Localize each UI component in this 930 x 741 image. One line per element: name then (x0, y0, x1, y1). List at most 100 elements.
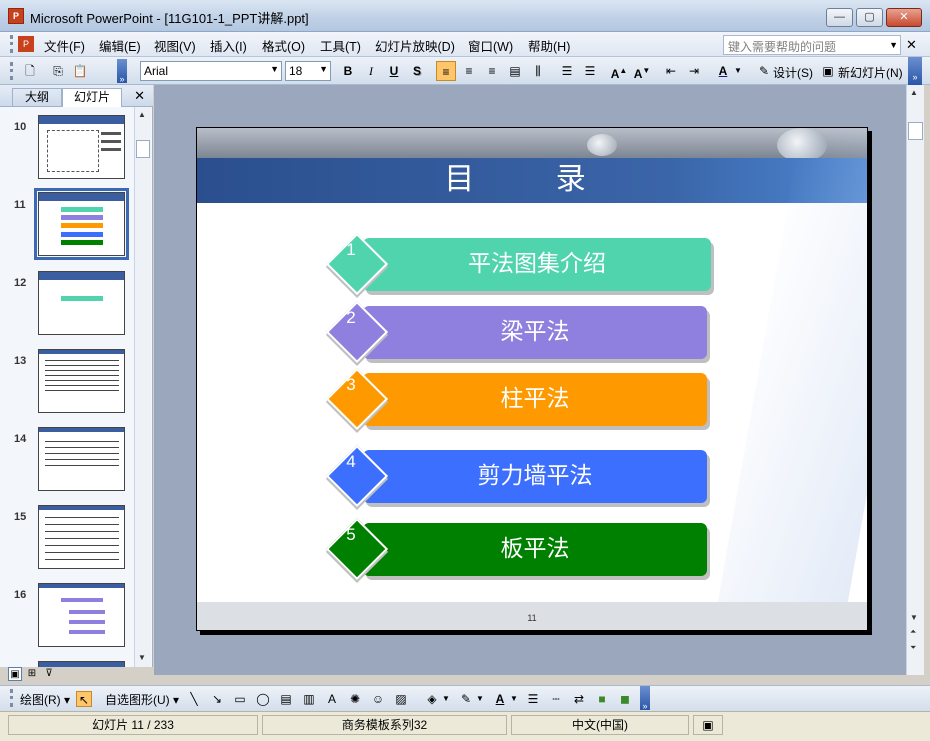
minimize-button[interactable]: — (826, 8, 853, 27)
chevron-down-icon[interactable]: ▼ (733, 61, 743, 81)
bullets-icon[interactable]: ☰ (580, 61, 600, 81)
menu-edit[interactable]: 编辑(E) (99, 36, 141, 55)
align-left-icon[interactable]: ≡ (436, 61, 456, 81)
doc-icon[interactable]: P (18, 36, 34, 52)
slide-thumbnail[interactable] (38, 349, 125, 413)
main-scrollbar[interactable]: ▲ ▼ ⏶ ⏷ (906, 85, 924, 675)
dash-style-icon[interactable]: ┄ (548, 691, 564, 707)
ppt-app-icon[interactable]: P (8, 8, 24, 24)
toc-item[interactable]: 板平法 5 (197, 517, 867, 581)
slide-thumbnail[interactable] (38, 271, 125, 335)
arrow-icon[interactable]: ↘ (209, 691, 225, 707)
design-icon[interactable]: ✎ (754, 61, 774, 81)
toc-item-bar[interactable]: 板平法 (363, 523, 707, 576)
font-size-select[interactable]: 18 ▼ (285, 61, 331, 81)
align-right-icon[interactable]: ≡ (482, 61, 502, 81)
bold-button[interactable]: B (338, 61, 358, 81)
textbox-icon[interactable]: ▤ (278, 691, 294, 707)
toc-item[interactable]: 剪力墙平法 4 (197, 444, 867, 508)
slide-thumbnail[interactable] (38, 427, 125, 491)
menu-format[interactable]: 格式(O) (262, 36, 305, 55)
chevron-down-icon[interactable]: ▼ (889, 36, 898, 54)
scroll-thumb[interactable] (136, 140, 150, 158)
rectangle-icon[interactable]: ▭ (232, 691, 248, 707)
font-color-icon[interactable]: A (492, 691, 508, 707)
menu-insert[interactable]: 插入(I) (210, 36, 247, 55)
select-pointer-icon[interactable]: ↖ (76, 691, 92, 707)
draw-menu-button[interactable]: 绘图(R) ▾ (20, 691, 70, 708)
slide-thumbnail-selected[interactable] (34, 188, 129, 260)
clipart-icon[interactable]: ☺ (370, 691, 386, 707)
previous-slide-icon[interactable]: ⏶ (910, 627, 916, 637)
numbering-icon[interactable]: ☰ (557, 61, 577, 81)
design-button[interactable]: 设计(S) (773, 64, 813, 81)
chevron-down-icon[interactable]: ▼ (475, 691, 485, 707)
decrease-indent-icon[interactable]: ⇤ (661, 61, 681, 81)
line-style-icon[interactable]: ☰ (525, 691, 541, 707)
copy-icon[interactable]: ⎘ (48, 61, 68, 81)
slide-thumbnail[interactable] (38, 505, 125, 569)
new-slide-button[interactable]: 新幻灯片(N) (838, 64, 903, 81)
decrease-font-icon[interactable]: A▼ (632, 61, 652, 81)
distribute-icon[interactable]: ⫼ (528, 61, 548, 81)
maximize-button[interactable]: ▢ (856, 8, 883, 27)
status-template-name[interactable]: 商务模板系列32 (262, 715, 507, 735)
font-name-select[interactable]: Arial ▼ (140, 61, 282, 81)
font-color-icon[interactable]: A (713, 61, 733, 81)
help-search-input[interactable]: 键入需要帮助的问题 ▼ (723, 35, 901, 55)
scroll-down-icon[interactable]: ▼ (910, 613, 918, 622)
toc-item[interactable]: 平法图集介绍 1 (197, 232, 867, 296)
scroll-down-icon[interactable]: ▼ (138, 653, 146, 662)
toc-item-bar[interactable]: 剪力墙平法 (363, 450, 707, 503)
close-icon[interactable]: ✕ (134, 88, 145, 104)
normal-view-icon[interactable]: ▣ (8, 667, 22, 681)
diagram-icon[interactable]: ✺ (347, 691, 363, 707)
new-slide-icon[interactable]: ▣ (818, 61, 838, 81)
scroll-up-icon[interactable]: ▲ (138, 110, 146, 119)
slide-title[interactable]: 目 录 (197, 160, 867, 200)
oval-icon[interactable]: ◯ (255, 691, 271, 707)
autoshapes-button[interactable]: 自选图形(U) ▾ (105, 691, 179, 708)
doc-close-icon[interactable]: ✕ (906, 37, 917, 53)
justify-icon[interactable]: ▤ (505, 61, 525, 81)
toolbar-overflow-icon[interactable]: » (117, 59, 127, 84)
menu-file[interactable]: 文件(F) (44, 36, 85, 55)
current-slide[interactable]: 目 录 平法图集介绍 1 梁平法 2 柱平法 3 剪力墙平法 4 板平法 5 11 (196, 127, 868, 631)
wordart-icon[interactable]: A (324, 691, 340, 707)
align-center-icon[interactable]: ≡ (459, 61, 479, 81)
vertical-textbox-icon[interactable]: ▥ (301, 691, 317, 707)
menu-help[interactable]: 帮助(H) (528, 36, 570, 55)
drawbar-grip[interactable] (10, 689, 13, 707)
scroll-up-icon[interactable]: ▲ (910, 88, 918, 97)
menu-window[interactable]: 窗口(W) (468, 36, 513, 55)
toolbar-grip[interactable] (10, 62, 13, 80)
thumbnail-scrollbar[interactable]: ▲ ▼ (134, 107, 151, 667)
increase-indent-icon[interactable]: ⇥ (684, 61, 704, 81)
line-icon[interactable]: ╲ (186, 691, 202, 707)
underline-button[interactable]: U (384, 61, 404, 81)
shadow-style-icon[interactable]: ■ (594, 691, 610, 707)
sorter-view-icon[interactable]: ⊞ (25, 667, 39, 681)
toc-item-bar[interactable]: 梁平法 (363, 306, 707, 359)
toc-item[interactable]: 柱平法 3 (197, 367, 867, 431)
3d-style-icon[interactable]: ◼ (617, 691, 633, 707)
fill-color-icon[interactable]: ◈ (424, 691, 440, 707)
toolbar-overflow-icon[interactable]: » (640, 686, 650, 711)
line-color-icon[interactable]: ✎ (458, 691, 474, 707)
menu-tools[interactable]: 工具(T) (320, 36, 361, 55)
slide-thumbnail[interactable] (38, 115, 125, 179)
spelling-status-icon[interactable]: ▣ (693, 715, 723, 735)
toc-item-bar[interactable]: 平法图集介绍 (363, 238, 711, 291)
menu-view[interactable]: 视图(V) (154, 36, 196, 55)
new-document-icon[interactable]: 🗋 (20, 61, 40, 81)
chevron-down-icon[interactable]: ▼ (509, 691, 519, 707)
menu-slideshow[interactable]: 幻灯片放映(D) (375, 36, 455, 55)
arrow-style-icon[interactable]: ⇄ (571, 691, 587, 707)
paste-icon[interactable]: 📋 (70, 61, 90, 81)
toc-item[interactable]: 梁平法 2 (197, 300, 867, 364)
toolbar-overflow-icon[interactable]: » (908, 57, 922, 85)
next-slide-icon[interactable]: ⏷ (910, 643, 916, 653)
tab-outline[interactable]: 大纲 (12, 88, 62, 107)
chevron-down-icon[interactable]: ▼ (441, 691, 451, 707)
close-button[interactable]: ✕ (886, 8, 922, 27)
